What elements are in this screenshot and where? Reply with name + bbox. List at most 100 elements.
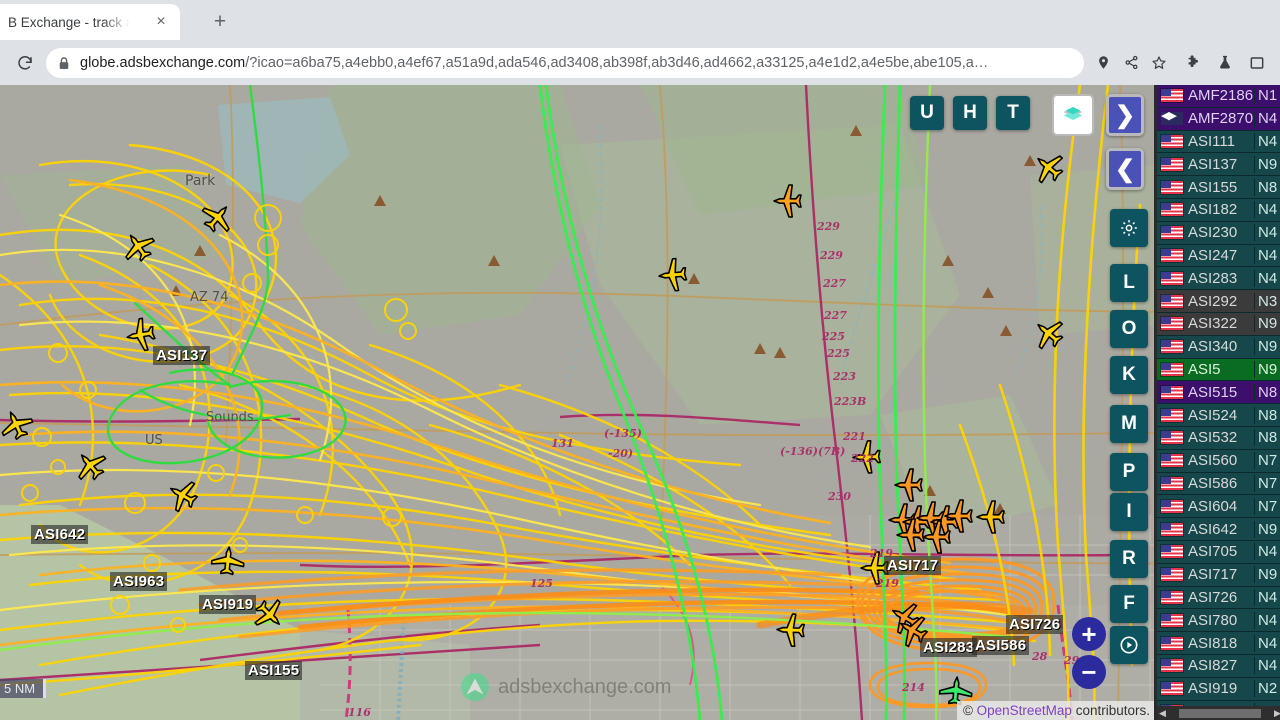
aircraft-list-row[interactable]: ASI5 N9 — [1157, 358, 1280, 382]
bookmark-star-icon[interactable] — [1146, 50, 1172, 76]
aircraft-callsign-label[interactable]: ASI586 — [972, 636, 1030, 655]
share-icon[interactable] — [1118, 50, 1144, 76]
aircraft-callsign: ASI705 — [1188, 543, 1238, 561]
sidebar-collapse-button[interactable]: ❮ — [1106, 148, 1144, 190]
aircraft-list-row[interactable]: ASI137 N9 — [1157, 153, 1280, 177]
aircraft-list-row[interactable]: ASI247 N4 — [1157, 244, 1280, 268]
aircraft-list-row[interactable]: ASI111 N4 — [1157, 130, 1280, 154]
aircraft-list-row[interactable]: ASI322 N9 — [1157, 312, 1280, 336]
scrollbar-thumb[interactable] — [1179, 708, 1261, 718]
us-flag-icon — [1161, 89, 1183, 103]
aircraft-list-row[interactable]: ASI560 N7 — [1157, 449, 1280, 473]
aircraft-list-row[interactable]: ASI155 N8 — [1157, 176, 1280, 199]
map-button-p[interactable]: P — [1110, 453, 1148, 491]
aircraft-registration: N7 — [1254, 474, 1280, 492]
us-flag-icon — [1161, 271, 1183, 285]
replay-button[interactable] — [1110, 626, 1148, 664]
aircraft-list-row[interactable]: ASI818 N4 — [1157, 632, 1280, 655]
aircraft-list-row[interactable]: ASI705 N4 — [1157, 540, 1280, 564]
map-button-m[interactable]: M — [1110, 405, 1148, 443]
us-flag-icon — [1161, 522, 1183, 536]
aircraft-callsign-label[interactable]: ASI283 — [920, 638, 978, 657]
aircraft-list-row[interactable]: ASI532 N8 — [1157, 426, 1280, 450]
aircraft-list-row[interactable]: ASI524 N8 — [1157, 404, 1280, 427]
aircraft-registration: N3 — [1254, 292, 1280, 310]
sidebar-horizontal-scrollbar[interactable]: ◀ ▶ — [1157, 706, 1280, 720]
puzzle-piece-icon[interactable] — [1180, 50, 1206, 76]
aircraft-list-row[interactable]: ASI642 N9 — [1157, 518, 1280, 541]
aircraft-registration: N8 — [1254, 178, 1280, 196]
aircraft-list-row[interactable]: ASI283 N4 — [1157, 267, 1280, 291]
map-button-h[interactable]: H — [953, 96, 987, 130]
layers-icon — [1063, 107, 1083, 120]
settings-button[interactable] — [1110, 209, 1148, 247]
aircraft-callsign-label[interactable]: ASI919 — [199, 595, 257, 614]
aircraft-list-row[interactable]: ASI827 N4 — [1157, 654, 1280, 678]
aircraft-list-row[interactable]: AMF2870N4 — [1157, 107, 1280, 131]
aircraft-list-row[interactable]: ASI340 N9 — [1157, 335, 1280, 359]
map-button-f[interactable]: F — [1110, 585, 1148, 623]
aircraft-list-sidebar[interactable]: AMF2186N1AMF2870N4ASI111N4ASI137N9ASI155… — [1154, 85, 1280, 720]
aircraft-list-row[interactable]: ASI292 N3 — [1157, 290, 1280, 313]
aircraft-list-row[interactable]: ASI604 N7 — [1157, 495, 1280, 519]
aircraft-list-row[interactable]: ASI780 N4 — [1157, 609, 1280, 633]
aircraft-registration: N9 — [1254, 520, 1280, 538]
reload-icon[interactable] — [10, 48, 40, 78]
aircraft-callsign: ASI919 — [1188, 680, 1238, 698]
sidebar-expand-button[interactable]: ❯ — [1106, 94, 1144, 136]
map-button-l[interactable]: L — [1110, 264, 1148, 302]
new-tab-button[interactable]: + — [206, 9, 234, 37]
close-icon[interactable]: × — [152, 13, 170, 31]
aircraft-list-row[interactable]: ASI182 N4 — [1157, 198, 1280, 222]
location-pin-icon[interactable] — [1090, 50, 1116, 76]
aircraft-list-row[interactable]: ASI515 N8 — [1157, 381, 1280, 405]
scale-label: 5 NM — [4, 681, 36, 696]
map-viewport[interactable]: SurpriseSun CityWhiteTankParkSoundsUSAZ … — [0, 85, 1280, 720]
aircraft-registration: N4 — [1254, 611, 1280, 629]
scroll-right-arrow[interactable]: ▶ — [1272, 708, 1280, 719]
us-flag-icon — [1161, 157, 1183, 171]
zoom-out-button[interactable]: − — [1072, 655, 1106, 689]
aircraft-callsign: ASI5 — [1188, 360, 1221, 378]
aircraft-registration: N9 — [1254, 338, 1280, 356]
address-bar[interactable]: globe.adsbexchange.com/?icao=a6ba75,a4eb… — [46, 47, 1084, 78]
us-flag-icon — [1161, 408, 1183, 422]
aircraft-registration: N2 — [1254, 680, 1280, 698]
aircraft-callsign-label[interactable]: ASI642 — [31, 525, 89, 544]
aircraft-list-row[interactable]: ASI717 N9 — [1157, 563, 1280, 587]
openstreetmap-link[interactable]: OpenStreetMap — [977, 703, 1072, 718]
map-button-r[interactable]: R — [1110, 540, 1148, 578]
scroll-left-arrow[interactable]: ◀ — [1157, 708, 1168, 719]
aircraft-list-row[interactable]: ASI230 N4 — [1157, 221, 1280, 245]
flask-icon[interactable] — [1212, 50, 1238, 76]
zoom-in-button[interactable]: + — [1072, 617, 1106, 651]
aircraft-callsign-label[interactable]: ASI155 — [245, 661, 303, 680]
omnibox-actions — [1090, 50, 1176, 76]
aircraft-callsign-label[interactable]: ASI717 — [884, 556, 942, 575]
aircraft-list[interactable]: AMF2186N1AMF2870N4ASI111N4ASI137N9ASI155… — [1157, 85, 1280, 720]
aircraft-list-row[interactable]: ASI586 N7 — [1157, 472, 1280, 496]
aircraft-callsign-label[interactable]: ASI726 — [1006, 615, 1064, 634]
aircraft-callsign: ASI827 — [1188, 657, 1238, 675]
aircraft-callsign: ASI532 — [1188, 429, 1238, 447]
aircraft-list-row[interactable]: ASI919 N2 — [1157, 677, 1280, 701]
aircraft-callsign: ASI717 — [1188, 566, 1238, 584]
aircraft-callsign: AMF2186 — [1188, 87, 1254, 105]
layers-button[interactable] — [1052, 94, 1094, 136]
browser-tab[interactable]: B Exchange - track a × — [0, 4, 180, 40]
map-button-o[interactable]: O — [1110, 310, 1148, 348]
aircraft-callsign-label[interactable]: ASI963 — [110, 572, 168, 591]
aircraft-callsign: ASI642 — [1188, 520, 1238, 538]
us-flag-icon — [1161, 545, 1183, 559]
map-button-i[interactable]: I — [1110, 493, 1148, 531]
map-button-k[interactable]: K — [1110, 356, 1148, 394]
aircraft-list-row[interactable]: ASI726 N4 — [1157, 586, 1280, 610]
map-button-u[interactable]: U — [910, 96, 944, 130]
aircraft-list-row[interactable]: AMF2186 N1 — [1157, 85, 1280, 108]
aircraft-callsign-label[interactable]: ASI137 — [153, 346, 211, 365]
aircraft-callsign: ASI726 — [1188, 588, 1238, 606]
map-button-t[interactable]: T — [996, 96, 1030, 130]
side-panel-icon[interactable] — [1244, 50, 1270, 76]
aircraft-registration: N4 — [1254, 201, 1280, 219]
url-text: globe.adsbexchange.com/?icao=a6ba75,a4eb… — [80, 55, 988, 71]
